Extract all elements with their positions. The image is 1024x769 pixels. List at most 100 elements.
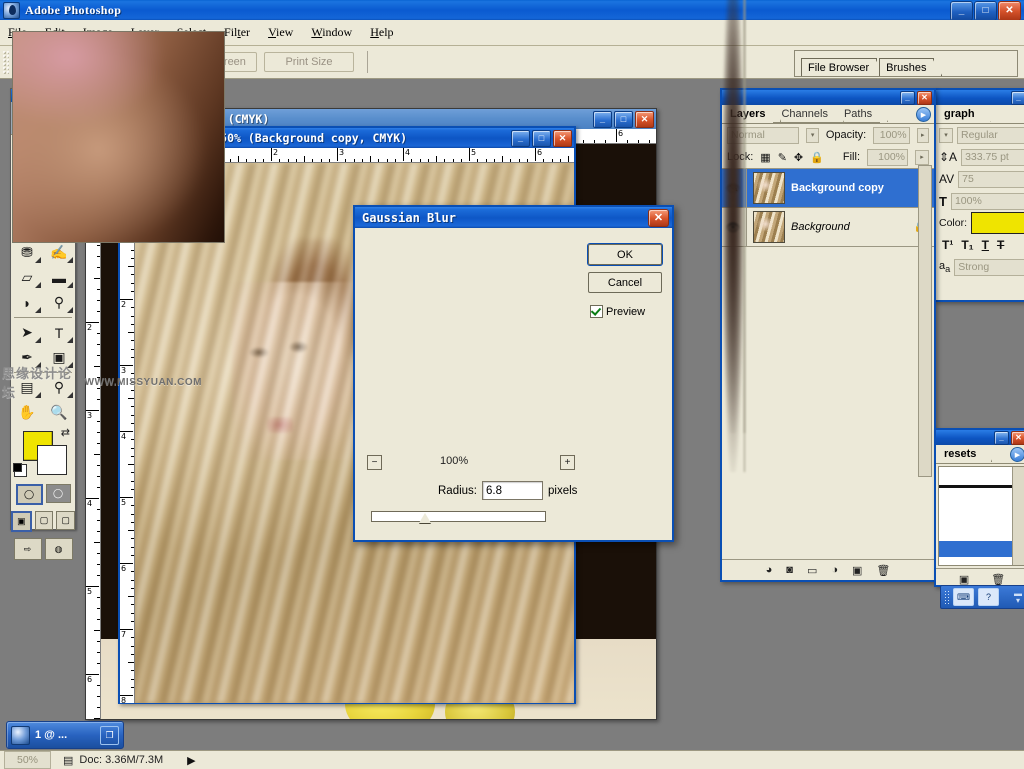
new-layer-icon[interactable]: ▣	[852, 564, 862, 577]
tracking-row[interactable]: AV 75	[936, 168, 1024, 190]
layer-mask-icon[interactable]: ◙	[786, 564, 793, 576]
lock-transparency-icon[interactable]: ▦	[760, 151, 770, 164]
document-close-button[interactable]: ✕	[553, 129, 572, 147]
preview-checkbox-row[interactable]: Preview	[590, 305, 645, 318]
restore-window-icon[interactable]: ❐	[100, 725, 119, 745]
blend-mode-row[interactable]: Normal ▾ Opacity: 100% ▸	[722, 124, 934, 146]
well-tab-file-browser[interactable]: File Browser	[801, 58, 878, 76]
character-palette-tabs[interactable]: graph	[936, 105, 1024, 124]
font-style-row[interactable]: ▾ Regular	[936, 124, 1024, 146]
layers-scrollbar[interactable]	[918, 165, 932, 477]
layer-style-icon[interactable]: ◕	[766, 564, 773, 576]
lock-all-icon[interactable]: 🔒	[810, 151, 824, 164]
lock-image-pixels-icon[interactable]: ✎	[778, 151, 787, 164]
drag-grip-icon[interactable]	[944, 590, 949, 604]
language-bar[interactable]: ⌨ ? ▬ ▾	[940, 585, 1024, 609]
tab-paragraph[interactable]: graph	[936, 105, 983, 123]
close-button[interactable]: ✕	[1011, 430, 1024, 445]
antialias-field[interactable]: Strong	[954, 258, 1024, 276]
standard-mask-mode-icon[interactable]: ◯	[15, 484, 43, 505]
status-menu-arrow-icon[interactable]: ▶	[187, 754, 195, 767]
screen-mode-buttons[interactable]: ▣ ▢ ▢	[11, 508, 76, 535]
pen-tool-icon[interactable]: ✒	[11, 345, 43, 370]
minimize-button[interactable]: _	[994, 430, 1009, 445]
tracking-field[interactable]: 75	[958, 170, 1024, 188]
background-color-swatch[interactable]	[37, 445, 67, 475]
chevron-down-icon[interactable]: ▾	[806, 127, 819, 143]
quick-mask-mode-icon[interactable]: ◯	[45, 484, 71, 503]
strikethrough-icon[interactable]: T	[997, 238, 1004, 252]
imageready-icon[interactable]: ◍	[44, 538, 73, 560]
minimize-button[interactable]: _	[900, 90, 915, 105]
document-minimize-button[interactable]: _	[511, 129, 530, 147]
layers-footer-buttons[interactable]: ◕ ◙ ▭ ◑ ▣ 🗑	[722, 559, 934, 580]
full-screen-mode-icon[interactable]: ▢	[56, 511, 76, 530]
presets-list[interactable]	[938, 466, 1024, 566]
delete-layer-icon[interactable]: 🗑	[876, 564, 890, 577]
radius-slider-thumb[interactable]	[419, 513, 431, 523]
history-brush-tool-icon[interactable]: ✍	[43, 240, 75, 265]
menu-item-help[interactable]: Help	[370, 25, 393, 40]
jump-to-imageready-icon[interactable]: ⇨	[13, 538, 42, 560]
path-selection-tool-icon[interactable]: ➤	[11, 320, 43, 345]
mask-mode-buttons[interactable]: ◯ ◯	[11, 481, 75, 508]
presets-palette[interactable]: _ ✕ resets ▶ ▣ 🗑	[934, 428, 1024, 587]
window-controls[interactable]: _ □ ✕	[950, 1, 1022, 21]
drag-grip-icon[interactable]	[2, 50, 9, 74]
chevron-down-icon[interactable]: ▬ ▾	[1014, 590, 1022, 605]
ok-button[interactable]: OK	[587, 243, 663, 266]
lock-position-icon[interactable]: ✥	[794, 151, 803, 164]
subscript-icon[interactable]: T₁	[961, 238, 973, 252]
new-group-icon[interactable]: ▭	[807, 564, 817, 577]
layer-name[interactable]: Background copy	[791, 182, 884, 194]
leading-row[interactable]: ⇕A 333.75 pt	[936, 146, 1024, 168]
vertical-scale-field[interactable]: 100%	[950, 192, 1024, 210]
cancel-button[interactable]: Cancel	[588, 272, 662, 293]
document-maximize-button[interactable]: □	[614, 110, 633, 128]
fill-value[interactable]: 100%	[867, 148, 908, 166]
opacity-slider-arrow-icon[interactable]: ▸	[916, 127, 929, 143]
close-icon[interactable]: ✕	[648, 208, 669, 227]
maximize-button[interactable]: □	[974, 1, 997, 21]
radius-input[interactable]: 6.8	[482, 481, 543, 500]
taskbar-window-button[interactable]: 1 @ ... ❐	[6, 721, 124, 749]
type-style-buttons[interactable]: T¹ T₁ T T	[936, 234, 1024, 256]
color-row[interactable]: Color:	[936, 212, 1024, 234]
gaussian-blur-preview[interactable]	[12, 31, 225, 243]
menu-item-filter[interactable]: Filter	[224, 25, 250, 40]
notes-tool-icon[interactable]: ▤	[11, 375, 43, 400]
gaussian-blur-titlebar[interactable]: Gaussian Blur ✕	[355, 207, 672, 228]
type-tool-icon[interactable]: T	[43, 320, 75, 345]
print-size-button[interactable]: Print Size	[264, 52, 354, 72]
shape-tool-icon[interactable]: ▣	[43, 345, 75, 370]
tool-grid-vector[interactable]: ➤ T ✒ ▣	[11, 320, 75, 370]
layer-name[interactable]: Background	[791, 221, 850, 233]
layers-palette-titlebar[interactable]: _ ✕	[722, 90, 934, 105]
eraser-tool-icon[interactable]: ▱	[11, 265, 43, 290]
presets-palette-tabs[interactable]: resets ▶	[936, 445, 1024, 464]
tab-presets[interactable]: resets	[936, 445, 985, 463]
underline-icon[interactable]: T	[982, 238, 989, 252]
layer-row-background[interactable]: 👁 Background 🔒	[722, 0, 934, 472]
document-maximize-button[interactable]: □	[532, 129, 551, 147]
menu-item-window[interactable]: Window	[311, 25, 352, 40]
hand-tool-icon[interactable]: ✋	[11, 400, 43, 425]
radius-slider-track[interactable]	[371, 511, 546, 522]
tab-channels[interactable]: Channels	[773, 105, 836, 123]
font-style-field[interactable]: Regular	[957, 126, 1024, 144]
zoom-level-field[interactable]: 50%	[4, 751, 51, 769]
preview-checkbox[interactable]	[590, 305, 603, 318]
character-palette-titlebar[interactable]: _	[936, 90, 1024, 105]
palette-menu-icon[interactable]: ▶	[916, 107, 931, 122]
character-palette[interactable]: _ graph ▾ Regular ⇕A 333.75 pt AV 75 T 1…	[934, 88, 1024, 302]
well-tab-brushes[interactable]: Brushes	[879, 58, 935, 76]
antialias-row[interactable]: aa Strong	[936, 256, 1024, 278]
tab-paths[interactable]: Paths	[835, 105, 881, 123]
layer-visibility-icon[interactable]: 👁	[722, 0, 745, 472]
zoom-tool-icon[interactable]: 🔍	[43, 400, 75, 425]
presets-scrollbar[interactable]	[1012, 467, 1024, 565]
minimize-button[interactable]: _	[1011, 90, 1024, 105]
minimize-button[interactable]: _	[950, 1, 973, 21]
blur-tool-icon[interactable]: ◗	[11, 290, 43, 315]
standard-screen-mode-icon[interactable]: ▣	[11, 511, 32, 532]
